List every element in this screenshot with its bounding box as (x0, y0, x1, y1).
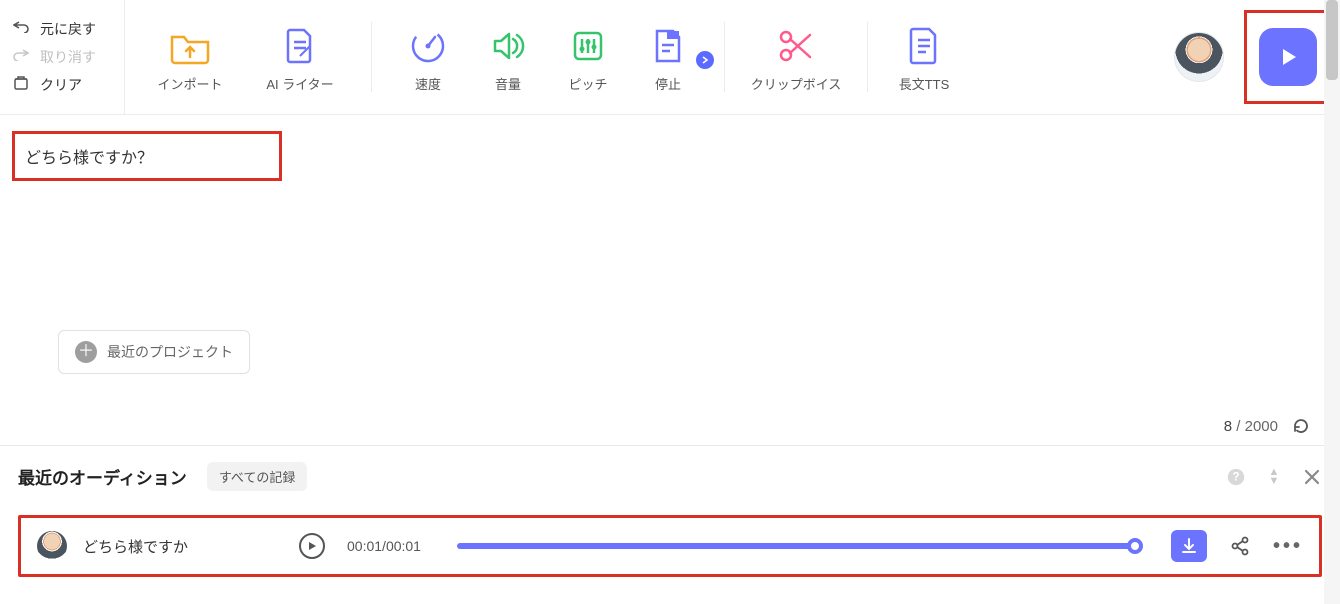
scissors-icon (776, 26, 816, 66)
help-button[interactable]: ? (1226, 467, 1246, 487)
tool-group-clip: クリップボイス (731, 0, 861, 114)
row-time: 00:01/00:01 (347, 538, 421, 554)
clip-voice-button[interactable]: クリップボイス (741, 22, 851, 97)
import-button[interactable]: インポート (135, 22, 245, 97)
stop-icon (649, 26, 687, 66)
gauge-icon (409, 26, 447, 66)
progress-bar[interactable] (457, 543, 1135, 549)
undo-icon (12, 19, 30, 38)
redo-icon (12, 47, 30, 66)
text-input-content: どちら様ですか？ (25, 144, 153, 168)
history-actions: 元に戻す 取り消す クリア (0, 0, 125, 114)
download-button[interactable] (1171, 530, 1207, 562)
voice-avatar-slot (1154, 0, 1244, 114)
play-icon (1276, 45, 1300, 69)
play-icon (307, 541, 317, 551)
tool-group-tts: 長文TTS (874, 0, 974, 114)
long-tts-label: 長文TTS (899, 74, 950, 93)
row-play-button[interactable] (299, 533, 325, 559)
sort-icon: ▲▼ (1269, 468, 1280, 486)
more-button[interactable]: ••• (1273, 535, 1303, 558)
char-current: 8 (1224, 418, 1232, 435)
progress-track (457, 543, 1135, 549)
time-current: 00:01 (347, 538, 382, 554)
toolbar-divider (724, 22, 725, 92)
import-label: インポート (157, 74, 222, 93)
more-icon: ••• (1273, 535, 1303, 558)
close-panel-button[interactable] (1302, 467, 1322, 487)
ai-writer-label: AI ライター (266, 74, 333, 93)
volume-button[interactable]: 音量 (468, 22, 548, 97)
toolbar-divider (867, 22, 868, 92)
char-separator: / (1236, 418, 1244, 435)
plus-circle-icon: ＋ (75, 341, 97, 363)
undo-button[interactable]: 元に戻す (12, 19, 112, 39)
time-total: 00:01 (386, 538, 421, 554)
audition-row: どちら様ですか 00:01/00:01 ••• (18, 515, 1322, 577)
recent-projects-label: 最近のプロジェクト (107, 342, 233, 362)
play-highlight-box (1244, 10, 1332, 104)
chevron-right-icon (696, 51, 714, 69)
refresh-icon (1292, 417, 1310, 435)
long-tts-button[interactable]: 長文TTS (884, 22, 964, 97)
pitch-button[interactable]: ピッチ (548, 22, 628, 97)
stop-button[interactable]: 停止 (628, 22, 708, 97)
document-lines-icon (906, 26, 942, 66)
clip-voice-label: クリップボイス (751, 74, 842, 93)
row-actions: ••• (1171, 530, 1303, 562)
pitch-label: ピッチ (568, 74, 607, 93)
equalizer-icon (569, 26, 607, 66)
char-max: 2000 (1245, 418, 1278, 435)
row-avatar (37, 531, 67, 561)
recent-projects-button[interactable]: ＋ 最近のプロジェクト (58, 330, 250, 374)
character-counter: 8 / 2000 (1224, 417, 1310, 435)
redo-label: 取り消す (40, 47, 96, 67)
clear-button[interactable]: クリア (12, 75, 112, 96)
volume-label: 音量 (495, 74, 521, 93)
panel-title: 最近のオーディション (18, 464, 187, 489)
share-icon (1229, 535, 1251, 557)
recent-audition-panel: 最近のオーディション すべての記録 ? ▲▼ どちら様ですか 00:01/00:… (0, 445, 1340, 577)
close-icon (1303, 468, 1321, 486)
tool-group-file: インポート AI ライター (125, 0, 365, 114)
speaker-icon (489, 26, 527, 66)
share-button[interactable] (1229, 535, 1251, 557)
progress-handle[interactable] (1127, 538, 1143, 554)
document-pencil-icon (280, 26, 320, 66)
row-text: どちら様ですか (83, 536, 283, 557)
text-input[interactable]: どちら様ですか？ (12, 131, 282, 181)
panel-header: 最近のオーディション すべての記録 ? ▲▼ (18, 462, 1322, 491)
download-icon (1180, 537, 1198, 555)
toolbar-divider (371, 22, 372, 92)
help-icon: ? (1226, 466, 1246, 488)
svg-text:?: ? (1232, 469, 1239, 483)
voice-avatar[interactable] (1174, 32, 1224, 82)
ai-writer-button[interactable]: AI ライター (245, 22, 355, 97)
play-button[interactable] (1259, 28, 1317, 86)
stop-label: 停止 (655, 74, 681, 93)
undo-label: 元に戻す (40, 19, 96, 39)
scrollbar[interactable] (1324, 0, 1340, 604)
clear-label: クリア (40, 75, 82, 95)
speed-label: 速度 (415, 74, 441, 93)
top-toolbar: 元に戻す 取り消す クリア インポート AI ライター (0, 0, 1340, 115)
folder-up-icon (168, 26, 212, 66)
records-filter-button[interactable]: すべての記録 (207, 462, 308, 491)
scrollbar-thumb[interactable] (1326, 0, 1338, 80)
panel-header-actions: ? ▲▼ (1226, 467, 1322, 487)
editor-area: どちら様ですか？ ＋ 最近のプロジェクト 8 / 2000 (0, 115, 1340, 445)
tool-group-audio: 速度 音量 ピッチ 停止 (378, 0, 718, 114)
redo-button[interactable]: 取り消す (12, 47, 112, 67)
refresh-button[interactable] (1292, 417, 1310, 435)
sort-button[interactable]: ▲▼ (1264, 467, 1284, 487)
speed-button[interactable]: 速度 (388, 22, 468, 97)
clear-icon (12, 75, 30, 96)
